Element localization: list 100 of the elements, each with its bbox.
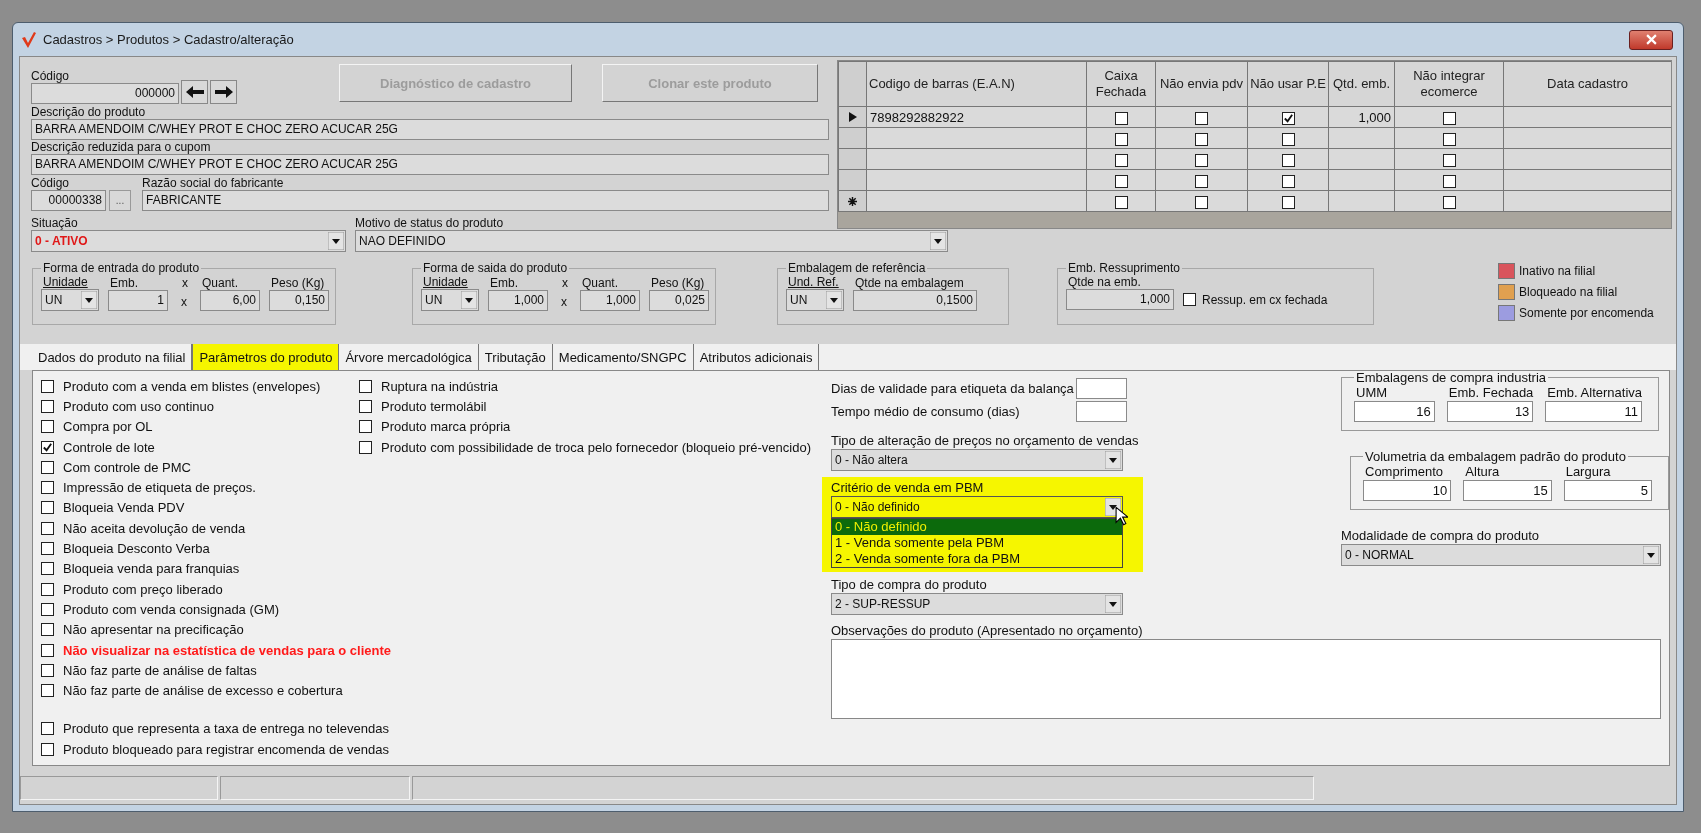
checkbox[interactable] (1183, 293, 1196, 306)
manufacturer-code-field[interactable]: 00000338 (31, 190, 106, 211)
checkbox[interactable] (1442, 132, 1456, 146)
checkbox[interactable] (359, 379, 372, 393)
checkbox[interactable] (1195, 153, 1208, 167)
checkbox[interactable] (359, 440, 372, 454)
checkbox[interactable] (1195, 111, 1208, 125)
dropdown-arrow-icon[interactable] (1643, 546, 1659, 564)
number-field[interactable]: 13 (1446, 401, 1534, 422)
checkbox[interactable] (1114, 111, 1128, 125)
checkbox[interactable] (1114, 195, 1128, 209)
left-arrow-icon (184, 85, 205, 99)
checkbox[interactable] (41, 399, 54, 413)
number-field[interactable]: 15 (1463, 480, 1552, 501)
checkbox[interactable] (1195, 174, 1208, 188)
pbm-dropdown[interactable]: 0 - Não definido (831, 496, 1123, 518)
dropdown-option[interactable]: 2 - Venda somente fora da PBM (832, 551, 1122, 567)
dropdown-option[interactable]: 1 - Venda somente pela PBM (832, 535, 1122, 551)
browse-button[interactable]: ... (109, 190, 131, 211)
checkbox[interactable] (1195, 132, 1208, 146)
number-field[interactable]: 1,000 (580, 290, 640, 311)
purchase-mode-dropdown[interactable]: 0 - NORMAL (1341, 544, 1661, 566)
field-label: Comprimento (1364, 464, 1445, 480)
unit-dropdown[interactable]: UN (421, 289, 479, 311)
checkbox[interactable] (1442, 111, 1456, 125)
number-field[interactable]: 5 (1563, 480, 1652, 501)
dropdown-option[interactable]: 0 - Não definido (832, 519, 1122, 535)
description-field[interactable]: BARRA AMENDOIM C/WHEY PROT E CHOC ZERO ACUCAR 25G (31, 119, 829, 140)
checkbox-label: Bloqueia Venda PDV (63, 500, 185, 516)
dropdown-arrow-icon[interactable] (930, 232, 946, 250)
checkbox[interactable] (41, 440, 54, 454)
dropdown-arrow-icon[interactable] (1105, 451, 1121, 469)
row-header[interactable] (838, 106, 867, 128)
checkbox[interactable] (41, 460, 54, 474)
checkbox[interactable] (1281, 174, 1295, 188)
checkbox-label: Não faz parte de análise de excesso e cobertura (63, 683, 343, 699)
checkbox[interactable] (1442, 195, 1456, 209)
dropdown-arrow-icon[interactable] (328, 232, 344, 250)
checkbox[interactable] (41, 379, 54, 393)
status-reason-dropdown[interactable]: NAO DEFINIDO (355, 230, 948, 252)
dropdown-arrow-icon[interactable] (826, 291, 842, 309)
number-field[interactable]: 6,00 (200, 290, 260, 311)
checkbox[interactable] (41, 602, 54, 616)
number-field[interactable]: 11 (1545, 401, 1642, 422)
field-label: UMM (1355, 385, 1389, 401)
number-field[interactable]: 0,150 (269, 290, 329, 311)
status-dropdown[interactable]: 0 - ATIVO (31, 230, 346, 252)
previous-button[interactable] (181, 80, 208, 104)
price-change-dropdown[interactable]: 0 - Não altera (831, 449, 1123, 471)
tab[interactable]: Parâmetros do produto (192, 344, 340, 370)
checkbox[interactable] (41, 542, 54, 555)
dropdown-arrow-icon[interactable] (461, 291, 477, 309)
dropdown-arrow-icon[interactable] (1105, 595, 1121, 613)
checkbox[interactable] (1114, 153, 1128, 167)
number-field[interactable] (1076, 400, 1127, 422)
manufacturer-name-field[interactable]: FABRICANTE (142, 190, 829, 211)
next-button[interactable] (210, 80, 237, 104)
unit-dropdown[interactable]: UN (786, 289, 844, 311)
close-button[interactable] (1629, 29, 1673, 50)
number-field[interactable]: 10 (1363, 480, 1452, 501)
dropdown-arrow-icon[interactable] (81, 291, 97, 309)
number-field[interactable]: 0,025 (649, 290, 709, 311)
checkbox[interactable] (41, 562, 54, 576)
number-field[interactable]: 1,000 (1066, 289, 1174, 310)
checkbox[interactable] (41, 481, 54, 495)
checkbox[interactable] (359, 399, 372, 413)
checkbox-label: Não aceita devolução de venda (63, 520, 246, 536)
checkbox[interactable] (41, 684, 54, 698)
number-field[interactable]: 1,000 (488, 290, 548, 311)
checkbox[interactable] (1281, 153, 1295, 167)
checkbox-label: Produto com venda consignada (GM) (63, 601, 280, 617)
row-header[interactable] (838, 190, 867, 212)
checkbox[interactable] (41, 420, 54, 434)
checkbox[interactable] (41, 663, 54, 677)
field-label: Dias de validade para etiqueta da balança (831, 380, 1074, 396)
checkbox[interactable] (1442, 174, 1456, 188)
number-field[interactable]: 0,1500 (853, 290, 977, 311)
checkbox[interactable] (1281, 132, 1295, 146)
short-description-field[interactable]: BARRA AMENDOIM C/WHEY PROT E CHOC ZERO ACUCAR 25G (31, 154, 829, 175)
checkbox[interactable] (1195, 195, 1208, 209)
purchase-type-dropdown[interactable]: 2 - SUP-RESSUP (831, 593, 1123, 615)
checkbox[interactable] (1442, 153, 1456, 167)
checkbox[interactable] (1281, 111, 1295, 125)
checkbox[interactable] (41, 501, 54, 515)
unit-dropdown[interactable]: UN (41, 289, 99, 311)
number-field[interactable] (1076, 377, 1127, 399)
checkbox[interactable] (41, 521, 54, 535)
checkbox[interactable] (41, 623, 54, 637)
checkbox[interactable] (1281, 195, 1295, 209)
notes-field[interactable] (831, 639, 1661, 719)
checkbox[interactable] (1114, 174, 1128, 188)
checkbox[interactable] (41, 742, 54, 756)
number-field[interactable]: 16 (1354, 401, 1435, 422)
checkbox[interactable] (41, 582, 54, 596)
checkbox[interactable] (359, 420, 372, 434)
code-field[interactable]: 000000 (31, 83, 179, 104)
checkbox[interactable] (1114, 132, 1128, 146)
checkbox[interactable] (41, 722, 54, 736)
checkbox[interactable] (41, 643, 54, 657)
number-field[interactable]: 1 (108, 290, 168, 311)
